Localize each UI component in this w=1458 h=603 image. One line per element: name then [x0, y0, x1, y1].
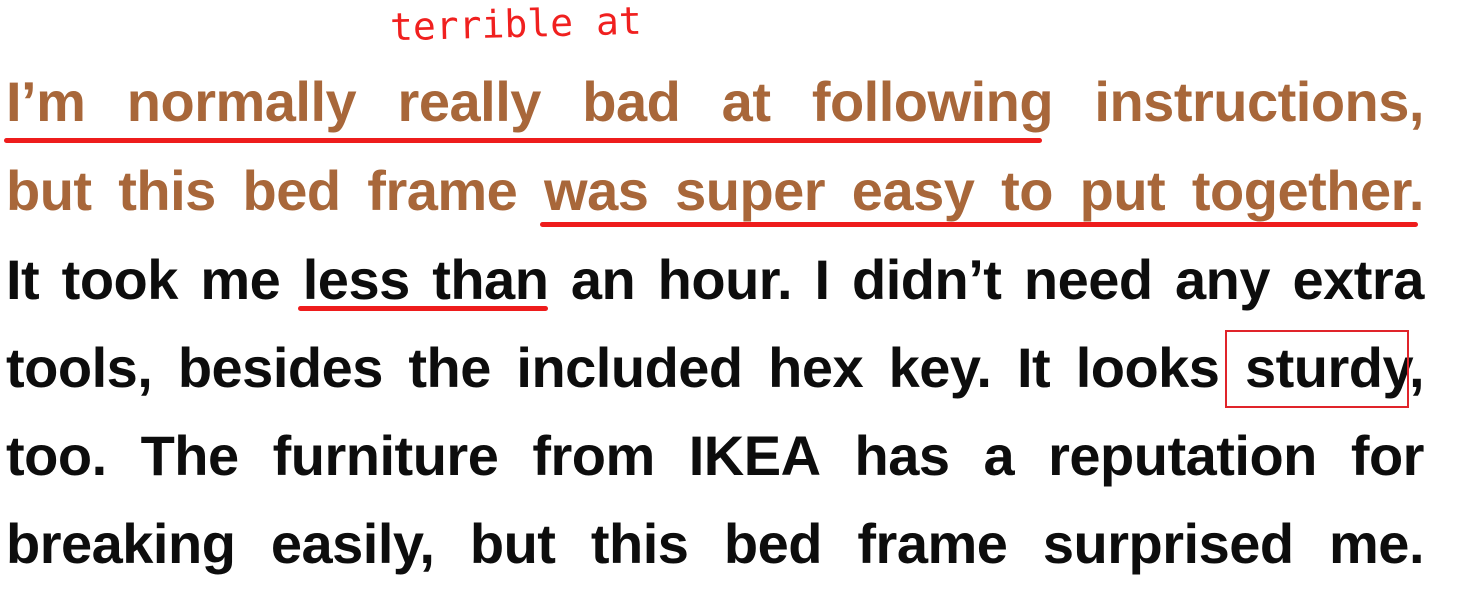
word: together.	[1191, 159, 1424, 222]
word: didn’t	[852, 248, 1002, 311]
word: an	[570, 248, 636, 311]
word: normally	[126, 70, 357, 133]
word: hour.	[657, 248, 793, 311]
word: tools,	[6, 336, 153, 399]
word: The	[140, 424, 240, 487]
word: IKEA	[688, 424, 821, 487]
word: furniture	[272, 424, 499, 487]
text-line-3: It took me less than an hour. Ididn’t need any ext…	[6, 250, 1424, 310]
word: extra	[1292, 248, 1424, 311]
word: this	[118, 159, 216, 222]
word: easy	[851, 159, 975, 222]
text-line-6: breaking easily, but this bed frame surprised m…	[6, 512, 1425, 575]
word: breaking	[6, 512, 236, 575]
word: from	[532, 424, 655, 487]
word: following	[811, 70, 1054, 133]
word: this	[590, 512, 689, 575]
word: key.	[888, 336, 992, 399]
word: need	[1023, 248, 1153, 311]
word: but	[469, 512, 556, 575]
word: surprised	[1042, 512, 1294, 575]
word: besides	[177, 336, 384, 399]
underline-less-than	[298, 306, 548, 311]
word: than	[432, 248, 549, 311]
word: frame	[367, 159, 518, 222]
word: hex	[768, 336, 864, 399]
word: put	[1079, 159, 1166, 222]
word: was	[544, 159, 649, 222]
word: I’m	[6, 70, 86, 133]
underline-normally-bad-at-following	[4, 138, 1042, 143]
word: too.	[6, 424, 107, 487]
word: but	[6, 159, 92, 222]
word: to	[1001, 159, 1053, 222]
text-line-4: tools, besides the included hex key. It looks st…	[6, 336, 1425, 399]
word: frame	[857, 512, 1008, 575]
handwritten-note: terrible at	[389, 0, 643, 50]
word: has	[854, 424, 951, 487]
box-sturdy	[1225, 330, 1409, 408]
word: included	[516, 336, 743, 399]
text-line-1: I’m normally really bad at following instructi…	[6, 72, 1424, 132]
word: a	[983, 424, 1015, 487]
word: It	[6, 248, 40, 311]
word: really	[397, 70, 542, 133]
text-line-5: too. The furniture from IKEA has a reputation fo…	[6, 426, 1424, 486]
underline-super-easy-to-put-together	[540, 222, 1418, 227]
word: instructions,	[1094, 70, 1424, 133]
word: I	[814, 248, 831, 311]
word: reputation	[1048, 424, 1317, 487]
word: easily,	[270, 512, 435, 575]
word: bad	[582, 70, 681, 133]
word: super	[675, 159, 826, 222]
word: less	[302, 248, 411, 311]
word: at	[721, 70, 771, 133]
word: me.	[1329, 512, 1425, 575]
word: the	[408, 336, 491, 399]
word: took	[61, 248, 179, 311]
word: bed	[723, 512, 823, 575]
word: any	[1175, 248, 1271, 311]
word: looks	[1075, 336, 1220, 399]
word: bed	[242, 159, 342, 222]
word: me	[200, 248, 281, 311]
word: It	[1016, 336, 1051, 399]
word: for	[1350, 424, 1425, 487]
text-line-2: but this bed frame was super easy to put together…	[6, 161, 1424, 221]
